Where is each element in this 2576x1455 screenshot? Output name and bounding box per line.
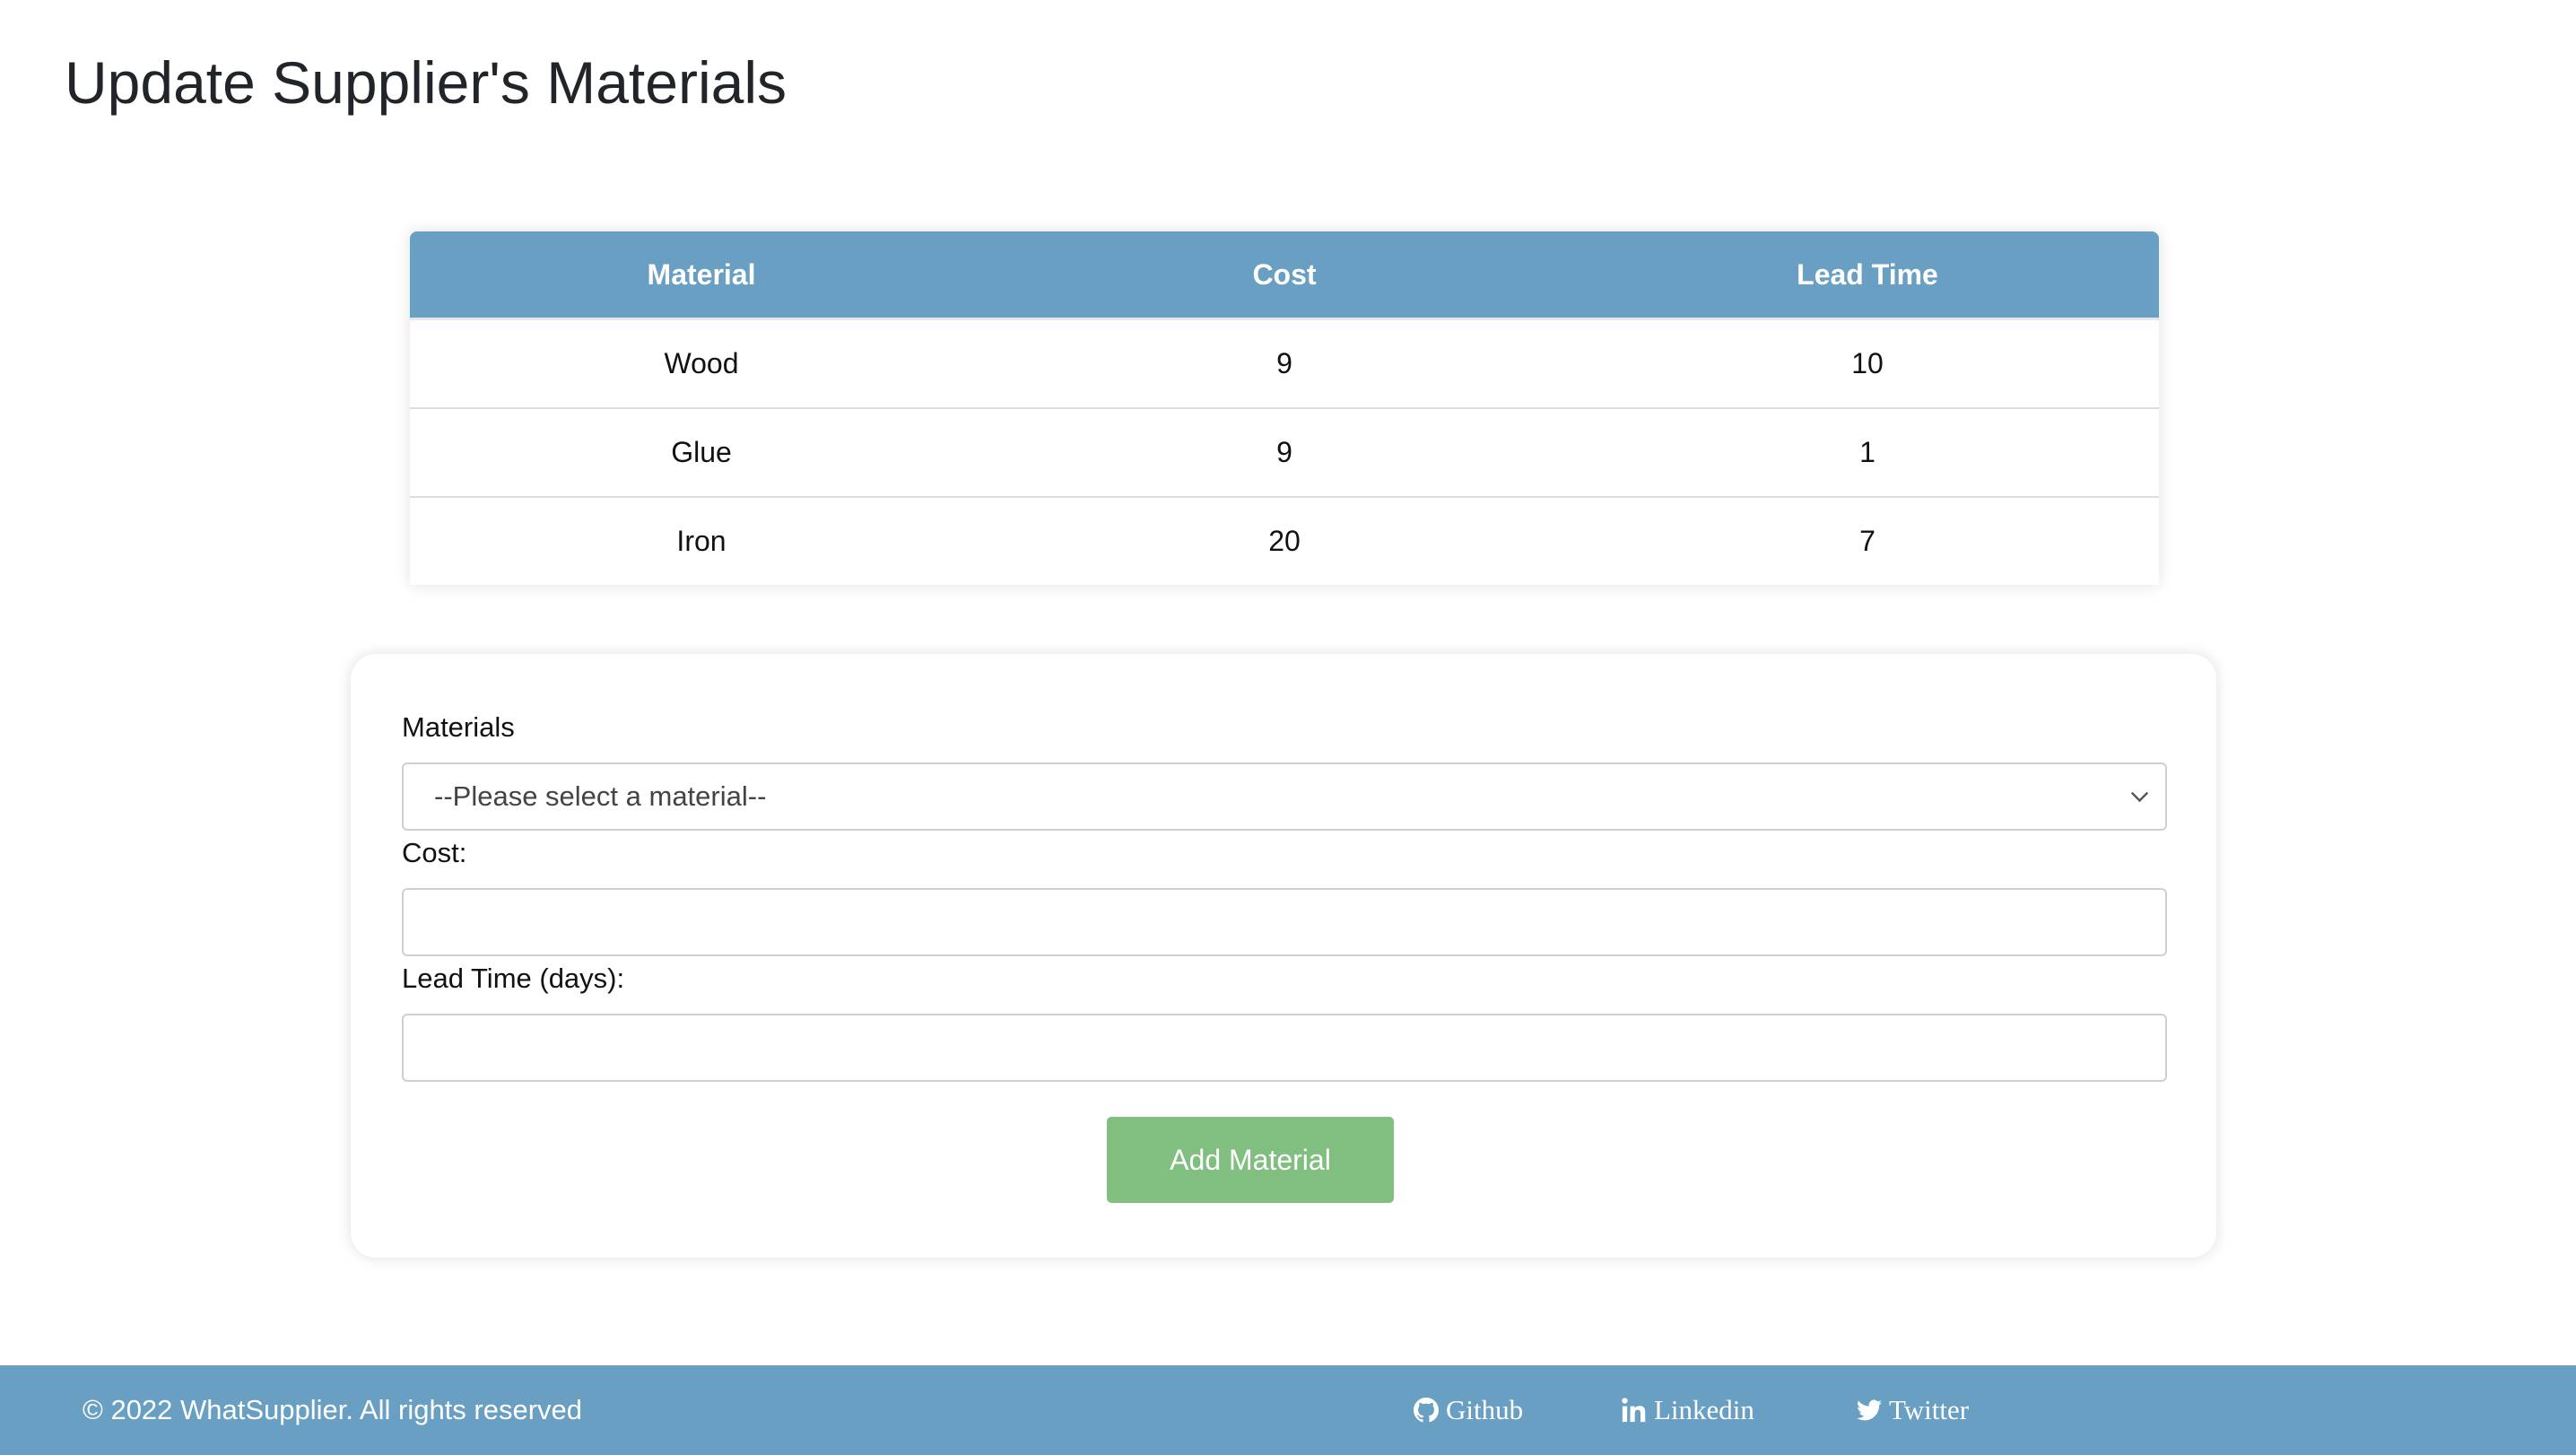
add-material-button[interactable]: Add Material <box>1107 1117 1394 1203</box>
cell-cost: 9 <box>993 407 1576 497</box>
cell-cost: 20 <box>993 496 1576 585</box>
footer: © 2022 WhatSupplier. All rights reserved… <box>0 1365 2576 1455</box>
materials-table-container: Material Cost Lead Time Wood 9 10 Glue 9… <box>410 231 2159 585</box>
table-row: Iron 20 7 <box>410 496 2159 585</box>
cell-material: Glue <box>410 407 993 497</box>
linkedin-link[interactable]: Linkedin <box>1622 1365 1754 1455</box>
add-material-form: Materials --Please select a material-- C… <box>351 654 2216 1258</box>
twitter-link-label: Twitter <box>1889 1394 1970 1425</box>
lead-time-input[interactable] <box>402 1014 2167 1082</box>
table-header-row: Material Cost Lead Time <box>410 231 2159 319</box>
materials-select[interactable]: --Please select a material-- <box>402 762 2167 831</box>
twitter-icon <box>1857 1399 1882 1421</box>
cell-cost: 9 <box>993 318 1576 408</box>
materials-select-value: --Please select a material-- <box>434 780 767 812</box>
twitter-link[interactable]: Twitter <box>1857 1365 1969 1455</box>
copyright-text: © 2022 WhatSupplier. All rights reserved <box>83 1394 583 1425</box>
github-link[interactable]: Github <box>1414 1365 1523 1455</box>
cell-lead-time: 10 <box>1576 318 2159 408</box>
table-row: Wood 9 10 <box>410 318 2159 408</box>
cost-input[interactable] <box>402 888 2167 956</box>
materials-label: Materials <box>402 711 515 743</box>
page: Update Supplier's Materials Material Cos… <box>0 0 2576 1455</box>
materials-table: Material Cost Lead Time Wood 9 10 Glue 9… <box>410 231 2159 585</box>
github-link-label: Github <box>1446 1394 1524 1425</box>
cell-material: Iron <box>410 496 993 585</box>
column-header-cost: Cost <box>993 231 1576 319</box>
cell-material: Wood <box>410 318 993 408</box>
cost-label: Cost: <box>402 837 467 868</box>
column-header-lead-time: Lead Time <box>1576 231 2159 319</box>
cell-lead-time: 1 <box>1576 407 2159 497</box>
cell-lead-time: 7 <box>1576 496 2159 585</box>
page-title: Update Supplier's Materials <box>65 49 787 116</box>
linkedin-icon <box>1622 1398 1646 1423</box>
github-icon <box>1414 1398 1439 1423</box>
column-header-material: Material <box>410 231 993 319</box>
table-row: Glue 9 1 <box>410 407 2159 497</box>
linkedin-link-label: Linkedin <box>1654 1394 1754 1425</box>
lead-time-label: Lead Time (days): <box>402 963 625 994</box>
chevron-down-icon <box>2130 784 2149 803</box>
